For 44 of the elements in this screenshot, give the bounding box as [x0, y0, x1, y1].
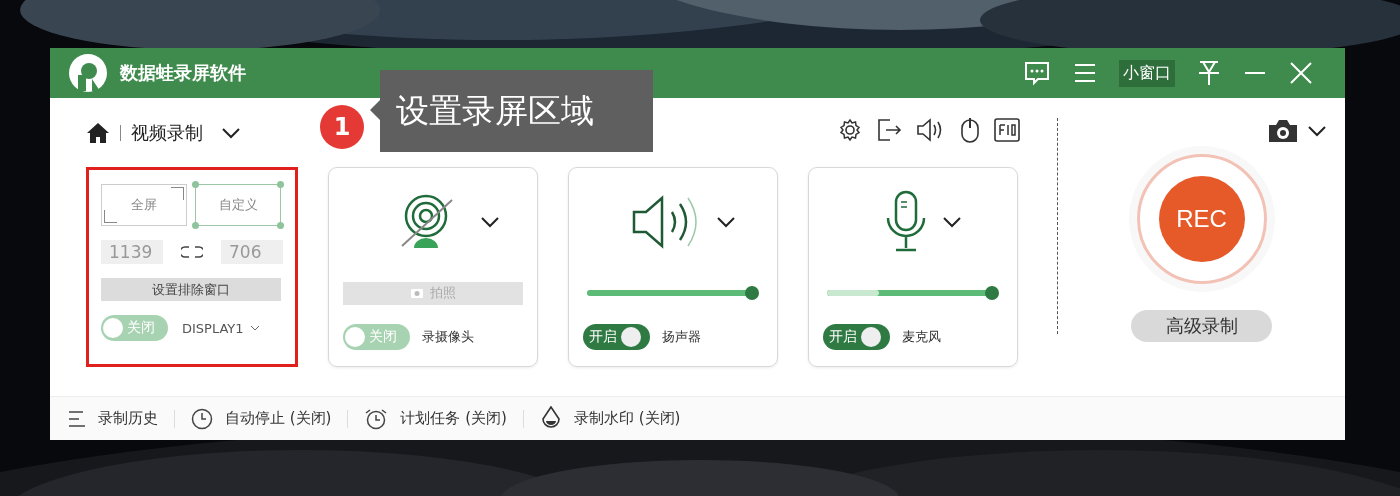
chevron-down-icon[interactable]	[942, 216, 962, 228]
callout-tooltip: 设置录屏区域	[370, 70, 653, 152]
status-bar-item[interactable]: 自动停止 (关闭)	[187, 407, 336, 430]
advanced-record-button[interactable]: 高级录制	[1131, 310, 1272, 342]
slider-thumb[interactable]	[985, 286, 999, 300]
area-mode-button[interactable]: 全屏	[101, 184, 187, 226]
f10-key-icon[interactable]	[994, 117, 1020, 142]
slider-thumb[interactable]	[745, 286, 759, 300]
device-label: 扬声器	[662, 328, 701, 346]
pin-icon[interactable]	[1197, 60, 1221, 86]
toggle-switch[interactable]: 开启	[823, 324, 890, 350]
home-icon[interactable]	[86, 121, 110, 144]
chevron-down-icon[interactable]	[1307, 125, 1327, 137]
area-mode-button[interactable]: 自定义	[195, 184, 281, 226]
step-number-badge: 1	[320, 105, 364, 149]
display-selector[interactable]: DISPLAY1	[182, 320, 244, 336]
status-bar-item[interactable]: 计划任务 (关闭)	[360, 407, 511, 430]
camera-icon	[410, 287, 424, 299]
status-bar-item[interactable]: 录制水印 (关闭)	[535, 405, 685, 432]
record-button[interactable]: REC	[1158, 176, 1245, 262]
mini-window-button[interactable]: 小窗口	[1119, 59, 1175, 87]
exclude-window-button[interactable]: 设置排除窗口	[101, 278, 281, 301]
close-icon[interactable]	[1289, 61, 1313, 85]
list-icon	[68, 409, 86, 428]
alarm-clock-icon	[364, 407, 389, 430]
toggle-switch[interactable]: 开启	[583, 324, 650, 350]
menu-icon[interactable]	[1073, 62, 1097, 84]
device-label: 麦克风	[902, 328, 941, 346]
clock-icon	[191, 407, 213, 430]
chevron-down-icon[interactable]	[716, 216, 736, 228]
chevron-down-icon[interactable]	[480, 216, 500, 228]
mouse-icon[interactable]	[960, 116, 980, 143]
window-title: 数据蛙录屏软件	[120, 61, 246, 85]
device-label: 录摄像头	[422, 328, 474, 346]
microphone-icon[interactable]	[884, 190, 928, 254]
settings-icon[interactable]	[838, 117, 862, 142]
export-icon[interactable]	[876, 117, 902, 142]
status-bar-item[interactable]: 录制历史	[64, 409, 162, 428]
mode-label[interactable]: 视频录制	[131, 120, 203, 145]
chat-icon[interactable]	[1023, 60, 1051, 86]
camera-icon[interactable]	[1267, 118, 1299, 144]
link-icon[interactable]	[181, 245, 203, 259]
logo-icon	[68, 53, 108, 93]
chevron-down-icon[interactable]	[221, 126, 241, 139]
